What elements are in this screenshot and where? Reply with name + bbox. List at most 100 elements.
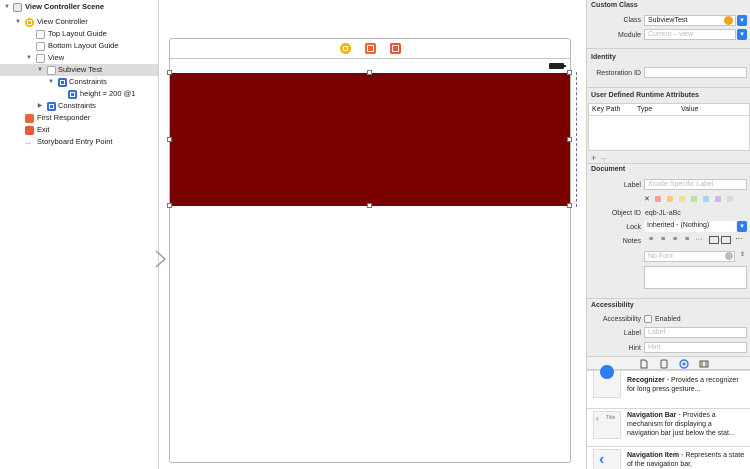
align-natural-icon[interactable]: ··· [694, 236, 704, 244]
resize-handle[interactable] [367, 70, 372, 75]
module-label: Module [618, 32, 641, 39]
outline-item-exit[interactable]: Exit [0, 124, 158, 136]
resize-handle[interactable] [167, 70, 172, 75]
outline-item-top-layout-guide[interactable]: Top Layout Guide [0, 28, 158, 40]
clear-color-icon[interactable]: ✕ [644, 195, 652, 203]
outline-item-height-constraint[interactable]: height = 200 @1 [0, 88, 158, 100]
column-key-path[interactable]: Key Path [592, 104, 620, 116]
disclosure-triangle-icon[interactable]: ▼ [36, 64, 44, 76]
color-swatch[interactable] [667, 196, 673, 202]
battery-icon [549, 63, 566, 69]
object-id-label: Object ID [611, 210, 641, 217]
image-icon[interactable] [721, 236, 731, 244]
lock-dropdown[interactable]: Inherited - (Nothing) [644, 221, 736, 232]
hint-field[interactable]: Hint [644, 342, 747, 353]
restoration-id-label: Restoration ID [596, 70, 641, 77]
disclosure-triangle-icon[interactable]: ▼ [3, 1, 11, 13]
identity-inspector: Custom Class Class SubviewTest ▾ Module … [586, 0, 750, 469]
disclosure-triangle-icon[interactable]: ▼ [47, 76, 55, 88]
navigation-item-icon: ‹ [593, 449, 621, 469]
resize-handle[interactable] [167, 203, 172, 208]
library-item-navigation-item[interactable]: ‹ Navigation Item - Represents a state o… [587, 446, 750, 469]
font-picker-icon[interactable] [725, 252, 733, 260]
resize-handle[interactable] [367, 203, 372, 208]
constraint-icon [68, 90, 77, 99]
remove-attribute-button[interactable]: – [601, 153, 609, 163]
code-snippet-icon[interactable] [659, 359, 669, 369]
restoration-id-field[interactable] [644, 67, 747, 78]
divider [587, 48, 750, 49]
module-field[interactable]: Current – view [644, 29, 736, 40]
outline-item-view-constraints[interactable]: ▶ Constraints [0, 100, 158, 112]
divider [587, 298, 750, 299]
outline-item-storyboard-entry-point[interactable]: → Storyboard Entry Point [0, 136, 158, 148]
notes-field[interactable] [644, 266, 747, 289]
entry-point-arrow-icon[interactable] [155, 250, 167, 268]
accessibility-enabled-checkbox[interactable] [644, 315, 652, 323]
notes-label: Notes [622, 238, 641, 245]
align-center-icon[interactable]: ≡ [658, 236, 668, 244]
box-icon[interactable] [709, 236, 719, 244]
color-swatch[interactable] [655, 196, 661, 202]
column-value[interactable]: Value [681, 104, 698, 116]
outline-item-scene[interactable]: ▼ View Controller Scene [0, 1, 158, 13]
constraints-icon [47, 102, 56, 111]
outline-item-constraints[interactable]: ▼ Constraints [0, 76, 158, 88]
color-swatch[interactable] [727, 196, 733, 202]
column-type[interactable]: Type [637, 104, 652, 116]
accessibility-label-field[interactable]: Label [644, 327, 747, 338]
align-justify-icon[interactable]: ≡ [682, 236, 692, 244]
storyboard-canvas[interactable] [155, 0, 586, 469]
color-swatch[interactable] [715, 196, 721, 202]
resize-handle[interactable] [567, 203, 572, 208]
lock-dropdown-chevron-icon[interactable]: ▾ [737, 221, 747, 232]
document-label-field[interactable]: Xcode Specific Label [644, 179, 747, 190]
first-responder-icon[interactable] [365, 43, 376, 54]
outline-item-label: First Responder [37, 113, 91, 122]
view-controller-scene[interactable] [167, 38, 577, 463]
media-library-icon[interactable] [699, 359, 709, 369]
more-icon[interactable]: ⋯ [734, 236, 744, 244]
enabled-label: Enabled [655, 316, 681, 323]
outline-item-label: Exit [37, 125, 50, 134]
view-controller-icon[interactable] [340, 43, 351, 54]
class-label: Class [623, 17, 641, 24]
object-library-icon[interactable] [679, 359, 689, 369]
runtime-attributes-table[interactable]: Key Path Type Value [588, 103, 750, 151]
outline-item-view[interactable]: ▼ View [0, 52, 158, 64]
subview-test[interactable] [170, 73, 570, 206]
library-item-recognizer[interactable]: Recognizer - Provides a recognizer for l… [587, 365, 750, 408]
outline-item-subview-test[interactable]: ▼ Subview Test [0, 64, 158, 76]
library-item-navigation-bar[interactable]: ‹ Title Navigation Bar - Provides a mech… [587, 408, 750, 446]
font-stepper[interactable]: ⇕ [737, 251, 745, 258]
outline-item-label: View Controller Scene [25, 2, 105, 11]
hint-label: Hint [628, 345, 641, 352]
outline-item-view-controller[interactable]: ▼ View Controller [0, 16, 158, 28]
class-dropdown-chevron-icon[interactable]: ▾ [737, 15, 747, 26]
outline-item-label: Bottom Layout Guide [48, 41, 119, 50]
file-template-icon[interactable] [639, 359, 649, 369]
disclosure-triangle-icon[interactable]: ▼ [25, 52, 33, 64]
exit-icon[interactable] [390, 43, 401, 54]
color-swatch[interactable] [703, 196, 709, 202]
color-swatch[interactable] [691, 196, 697, 202]
font-field[interactable]: No Font [644, 251, 735, 262]
module-dropdown-chevron-icon[interactable]: ▾ [737, 29, 747, 40]
outline-item-bottom-layout-guide[interactable]: Bottom Layout Guide [0, 40, 158, 52]
custom-class-title: Custom Class [591, 2, 638, 9]
resize-handle[interactable] [567, 137, 572, 142]
library-item-description: Navigation Item - Represents a state of … [627, 451, 745, 469]
align-left-icon[interactable]: ≡ [646, 236, 656, 244]
outline-item-label: Constraints [58, 101, 96, 110]
accessibility-label: Accessibility [602, 316, 641, 323]
add-attribute-button[interactable]: + [591, 153, 599, 163]
color-swatch[interactable] [679, 196, 685, 202]
class-arrow-icon[interactable] [724, 16, 733, 25]
class-field[interactable]: SubviewTest [644, 15, 736, 26]
outline-item-first-responder[interactable]: First Responder [0, 112, 158, 124]
align-right-icon[interactable]: ≡ [670, 236, 680, 244]
disclosure-triangle-icon[interactable]: ▼ [14, 16, 22, 28]
resize-handle[interactable] [167, 137, 172, 142]
disclosure-triangle-right-icon[interactable]: ▶ [36, 100, 44, 112]
resize-handle[interactable] [567, 70, 572, 75]
